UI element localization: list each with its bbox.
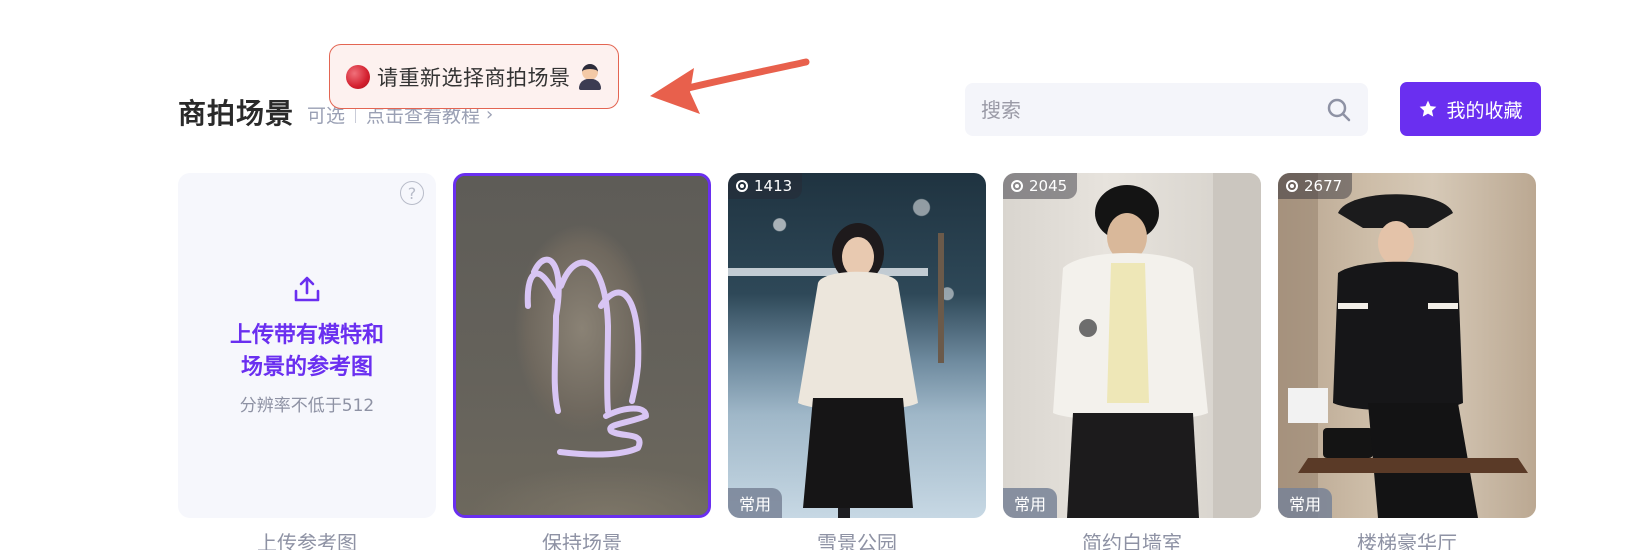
scene-card-staircase-hall[interactable]: 2677 常用: [1278, 173, 1536, 518]
scene-card-keep[interactable]: [453, 173, 711, 518]
upload-title: 上传带有模特和 场景的参考图: [178, 320, 436, 384]
upload-reference-card[interactable]: ? 上传带有模特和 场景的参考图 分辨率不低于512: [178, 173, 436, 518]
view-count: 2677: [1304, 177, 1343, 195]
view-count: 1413: [754, 177, 793, 195]
page-title: 商拍场景: [178, 97, 295, 130]
my-favorites-button[interactable]: 我的收藏: [1400, 82, 1541, 136]
common-tag: 常用: [728, 488, 783, 518]
upload-hint: 分辨率不低于512: [239, 396, 375, 416]
pointer-arrow: [650, 58, 810, 114]
upload-card-caption: 上传参考图: [257, 531, 357, 550]
hand-drawn-mark: [524, 256, 649, 458]
search-input[interactable]: [981, 97, 1326, 122]
view-count-badge: 2045: [1003, 173, 1078, 199]
scene-selection-page: 请重新选择商拍场景 商拍场景 可选 点击查看教程 › 我的收藏 ? 上传带有模特…: [0, 0, 1640, 550]
snow-park-image: [728, 173, 986, 518]
scene-caption-keep: 保持场景: [542, 531, 622, 550]
person-emoji-icon: [578, 63, 601, 90]
upload-title-line1: 上传带有模特和: [229, 323, 384, 348]
scene-card-white-wall[interactable]: 2045 常用: [1003, 173, 1261, 518]
staircase-hall-image: [1278, 173, 1536, 518]
view-count-icon: [736, 180, 748, 192]
scene-caption-white-wall: 简约白墙室: [1082, 531, 1182, 550]
star-icon: [1420, 100, 1437, 117]
common-tag: 常用: [1003, 488, 1058, 518]
view-count: 2045: [1029, 177, 1068, 195]
view-count-icon: [1011, 180, 1023, 192]
reselect-scene-tooltip: 请重新选择商拍场景: [329, 44, 619, 109]
upload-title-line2: 场景的参考图: [240, 355, 373, 380]
my-favorites-label: 我的收藏: [1446, 99, 1523, 122]
scene-caption-snow-park: 雪景公园: [817, 531, 897, 550]
search-box: [965, 83, 1368, 136]
search-icon[interactable]: [1326, 97, 1352, 123]
common-tag: 常用: [1278, 488, 1333, 518]
tooltip-message: 请重新选择商拍场景: [377, 65, 571, 90]
white-wall-image: [1003, 173, 1261, 518]
help-icon[interactable]: ?: [400, 181, 424, 205]
view-count-badge: 1413: [728, 173, 803, 199]
view-count-badge: 2677: [1278, 173, 1353, 199]
scene-caption-staircase-hall: 楼梯豪华厅: [1357, 531, 1457, 550]
view-count-icon: [1286, 180, 1298, 192]
upload-icon: [294, 276, 320, 302]
scene-card-snow-park[interactable]: 1413 常用: [728, 173, 986, 518]
red-circle-icon: [346, 64, 370, 89]
